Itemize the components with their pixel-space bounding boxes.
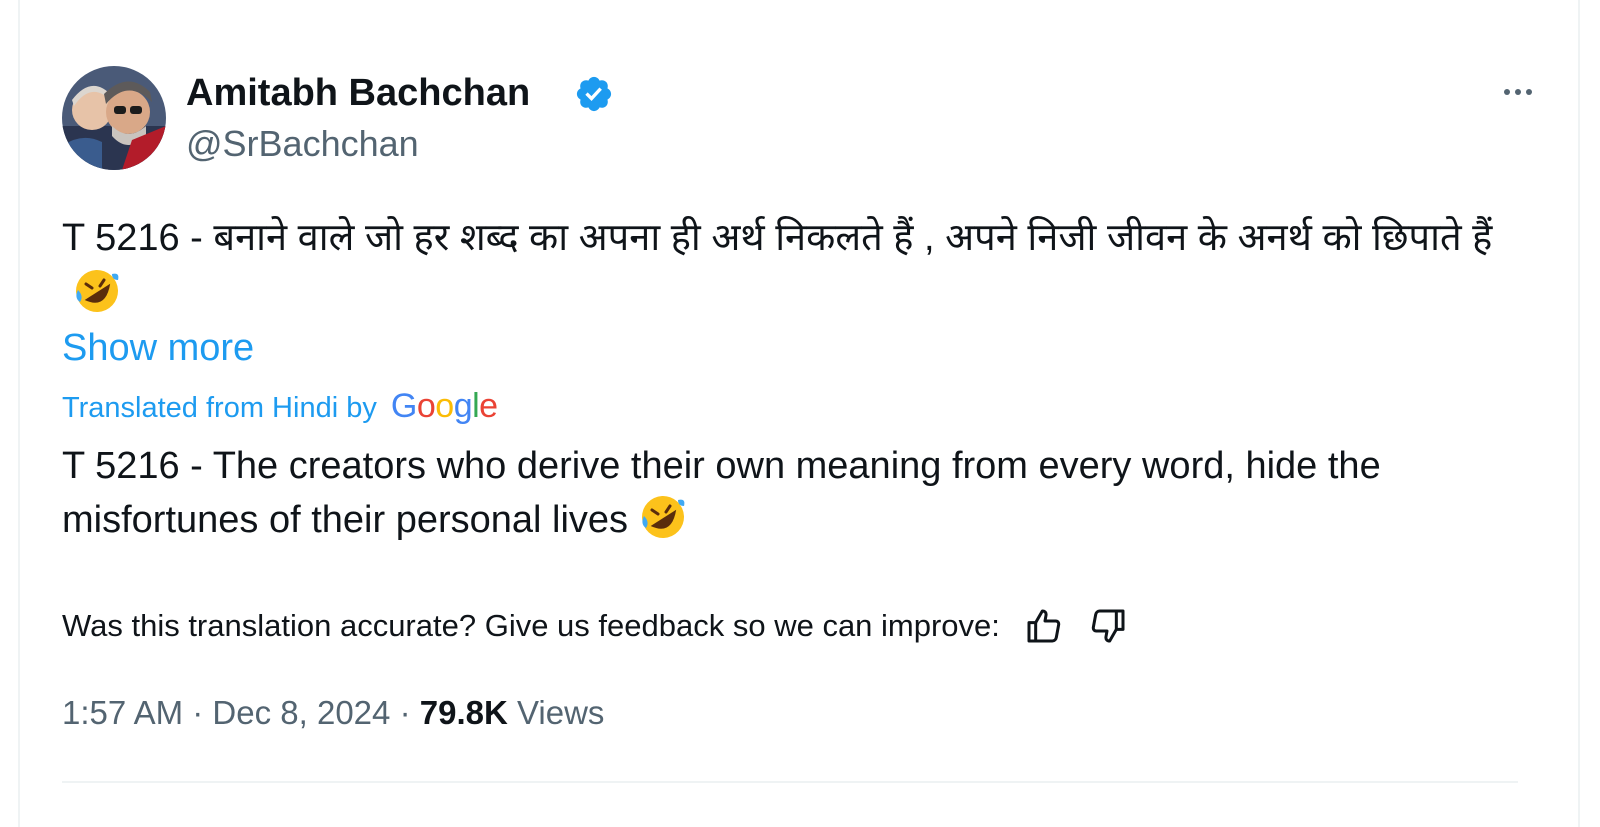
views-label: Views: [516, 694, 605, 731]
tweet-meta: 1:57 AM · Dec 8, 2024 · 79.8K Views: [62, 690, 604, 736]
meta-separator: ·: [192, 694, 204, 731]
more-options-button[interactable]: [1494, 72, 1542, 112]
translation-attribution[interactable]: Translated from Hindi by Google: [62, 386, 498, 428]
translated-text: T 5216 - The creators who derive their o…: [62, 440, 1532, 546]
tweet-page: Amitabh Bachchan @SrBachchan T 5216 - बन…: [0, 0, 1600, 827]
tweet-text-body: T 5216 - बनाने वाले जो हर शब्द का अपना ह…: [62, 217, 1493, 259]
thumbs-down-icon[interactable]: [1088, 606, 1128, 646]
translation-feedback: Was this translation accurate? Give us f…: [62, 604, 1128, 648]
translation-label: Translated from Hindi by: [62, 392, 377, 424]
tweet-card: Amitabh Bachchan @SrBachchan T 5216 - बन…: [18, 0, 1580, 827]
tweet-time[interactable]: 1:57 AM: [62, 694, 183, 731]
rolling-laughing-emoji-icon: [72, 266, 122, 316]
thumbs-up-icon[interactable]: [1024, 606, 1064, 646]
tweet-date[interactable]: Dec 8, 2024: [212, 694, 390, 731]
translated-text-body: T 5216 - The creators who derive their o…: [62, 445, 1381, 541]
meta-separator: ·: [399, 694, 411, 731]
rolling-laughing-emoji-icon: [638, 492, 688, 542]
display-name[interactable]: Amitabh Bachchan: [186, 70, 530, 116]
verified-badge-icon: [574, 74, 614, 114]
more-horizontal-icon: [1504, 89, 1510, 95]
feedback-prompt: Was this translation accurate? Give us f…: [62, 608, 1000, 643]
show-more-link[interactable]: Show more: [62, 322, 254, 374]
views-count: 79.8K: [419, 694, 508, 731]
user-handle[interactable]: @SrBachchan: [186, 122, 419, 166]
avatar-image: [62, 66, 166, 170]
avatar[interactable]: [62, 66, 166, 170]
divider: [62, 781, 1518, 783]
tweet-text: T 5216 - बनाने वाले जो हर शब्द का अपना ह…: [62, 210, 1532, 322]
google-logo: Google: [390, 387, 498, 425]
